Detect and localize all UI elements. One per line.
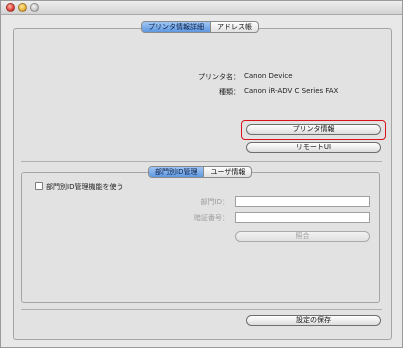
close-window-button[interactable] xyxy=(6,3,15,12)
tab-dept-id-management[interactable]: 部門別ID管理 xyxy=(149,167,204,177)
save-settings-button[interactable]: 設定の保存 xyxy=(246,315,381,326)
minimize-window-button[interactable] xyxy=(18,3,27,12)
printer-type-value: Canon iR-ADV C Series FAX xyxy=(244,87,339,95)
section-divider xyxy=(21,161,382,162)
remote-ui-button[interactable]: リモートUI xyxy=(246,142,381,153)
pin-label: 暗証番号： xyxy=(194,214,229,222)
verify-button[interactable]: 照合 xyxy=(235,231,370,242)
pin-field[interactable] xyxy=(235,212,370,223)
printer-name-value: Canon Device xyxy=(244,72,293,80)
dept-id-label: 部門ID： xyxy=(200,198,229,206)
top-tab-bar: プリンタ情報詳細 アドレス帳 xyxy=(141,21,259,33)
dept-tab-bar: 部門別ID管理 ユーザ情報 xyxy=(148,166,253,178)
use-dept-id-label: 部門別ID管理機能を使う xyxy=(46,183,124,191)
printer-info-button[interactable]: プリンタ情報 xyxy=(246,124,381,135)
printer-name-label: プリンタ名： xyxy=(198,73,240,81)
tab-user-info[interactable]: ユーザ情報 xyxy=(203,167,251,177)
tab-printer-details[interactable]: プリンタ情報詳細 xyxy=(142,22,210,32)
bottom-divider xyxy=(21,309,382,310)
title-bar[interactable] xyxy=(1,1,402,15)
use-dept-id-checkbox[interactable] xyxy=(35,182,43,190)
tab-address-book[interactable]: アドレス帳 xyxy=(210,22,258,32)
printer-settings-window: プリンタ情報詳細 アドレス帳 プリンタ名： Canon Device 種類： C… xyxy=(0,0,403,348)
zoom-window-button[interactable] xyxy=(30,3,39,12)
dept-id-field[interactable] xyxy=(235,196,370,207)
printer-type-label: 種類： xyxy=(219,88,240,96)
